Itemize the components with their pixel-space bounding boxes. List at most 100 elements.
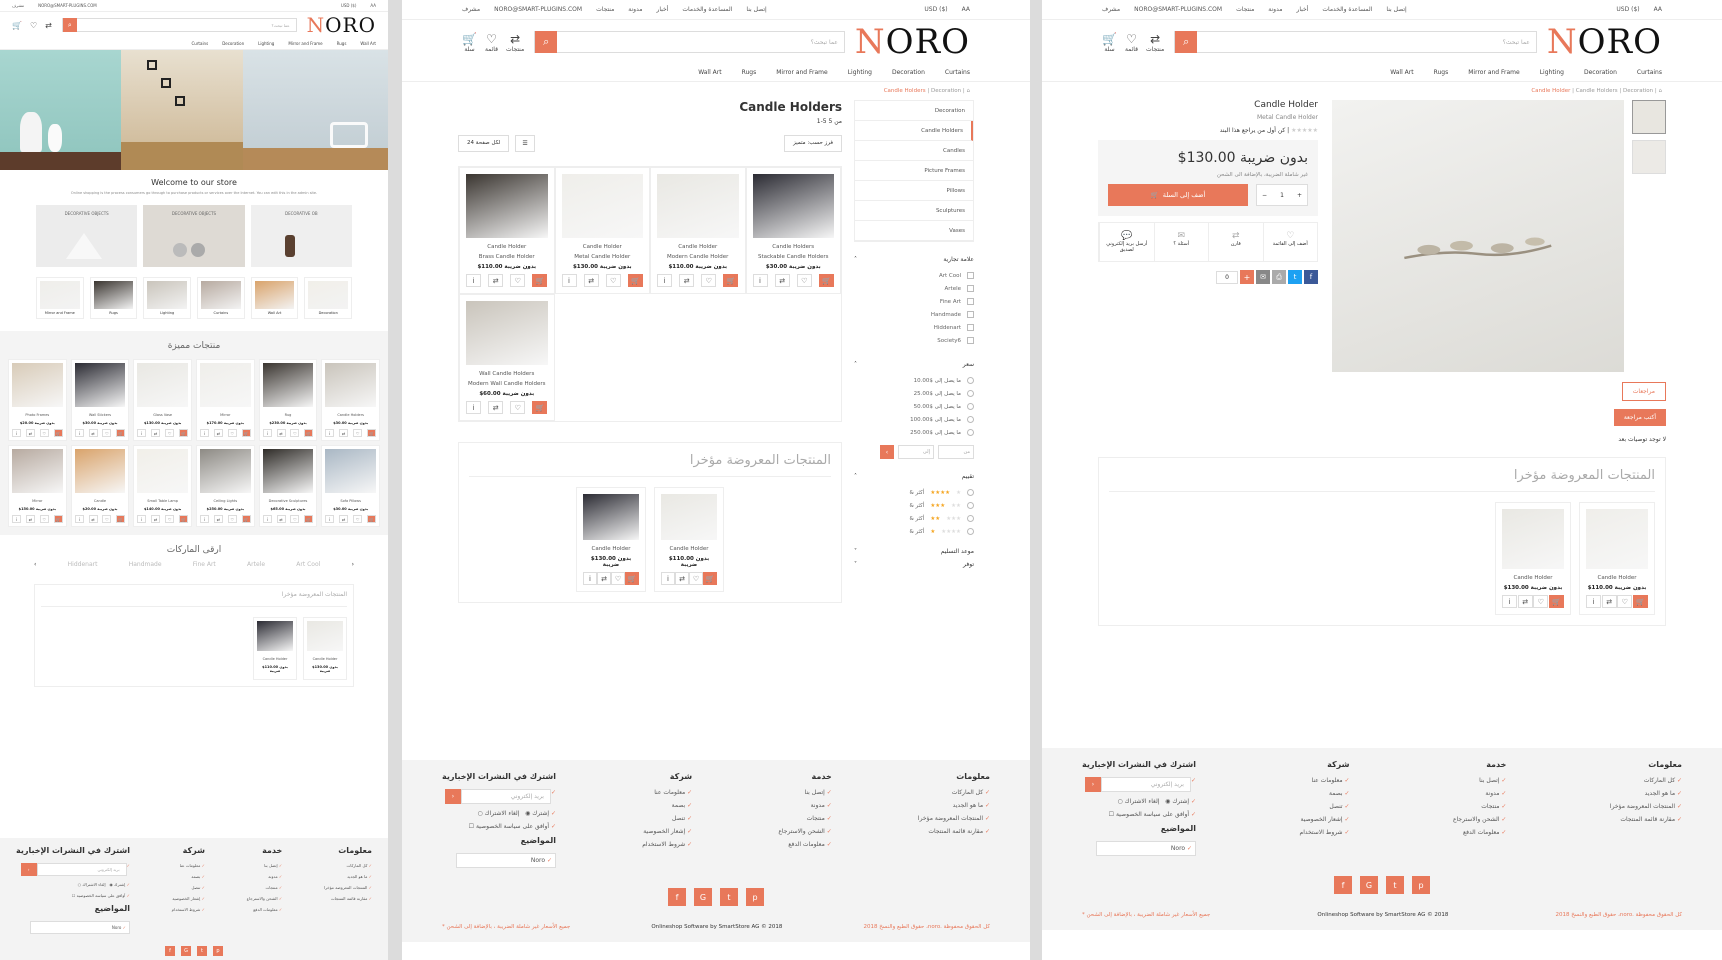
cart-icon[interactable]: 🛒 (1632, 595, 1648, 608)
info-icon[interactable]: i (1502, 595, 1517, 608)
info-icon[interactable]: i (466, 274, 481, 287)
quantity-stepper[interactable]: −1 + (1256, 184, 1308, 206)
footer-link[interactable]: معلومات الدفع (778, 841, 831, 848)
price-radio[interactable]: ما يصل إلى $100.00 (854, 413, 974, 426)
brand-logo[interactable]: Art Cool (296, 561, 320, 568)
info-icon[interactable]: i (561, 274, 577, 287)
product-card[interactable]: Candle Holders $30.00 بدون ضريبة i ⇄ ♡ 🛒 (321, 359, 380, 441)
side-nav-item[interactable]: Vases (855, 221, 973, 241)
product-image[interactable] (1586, 509, 1648, 569)
pinterest-icon[interactable]: p (746, 888, 764, 906)
side-nav-item[interactable]: Sculptures (855, 201, 973, 221)
price-radio[interactable]: ما يصل إلى $250.00 (854, 426, 974, 439)
product-image[interactable] (583, 494, 639, 540)
top-link[interactable]: مدونة (1268, 6, 1282, 13)
newsletter-input[interactable]: بريد إلكتروني (36, 863, 127, 876)
footer-link[interactable]: شروط الاستخدام (1300, 829, 1350, 836)
footer-link[interactable]: معلومات عنا (642, 789, 692, 796)
product-image[interactable] (200, 363, 251, 407)
cart-icon[interactable]: 🛒 (12, 21, 22, 30)
info-icon[interactable]: i (262, 429, 272, 437)
chevron-right-icon[interactable]: › (352, 561, 354, 568)
cart-icon[interactable]: 🛒 (818, 274, 834, 287)
footer-link[interactable]: ما هو الجديد (324, 874, 372, 879)
heart-icon[interactable]: ♡ (510, 401, 526, 414)
product-card[interactable]: Ceiling Lights $250.00 بدون ضريبة i ⇄ ♡ 🛒 (196, 445, 255, 527)
lang-select[interactable]: AA (1654, 6, 1662, 13)
product-image[interactable] (752, 174, 834, 238)
brand-checkbox[interactable]: Handmade (854, 308, 974, 321)
menu-item[interactable]: Wall Art (1390, 69, 1413, 76)
cart-icon[interactable]: 🛒 سلة (462, 32, 477, 53)
product-image[interactable] (262, 449, 314, 493)
brand-checkbox[interactable]: Art Cool (854, 269, 974, 282)
topics-select[interactable]: Noro (29, 921, 130, 934)
heart-icon[interactable]: ♡ (39, 429, 49, 437)
product-image[interactable] (74, 363, 126, 407)
cart-icon[interactable]: 🛒 (241, 429, 251, 437)
product-card[interactable]: Wall Stickers $30.00 بدون ضريبة i ⇄ ♡ 🛒 (70, 359, 130, 441)
menu-item[interactable]: Curtains (945, 69, 970, 76)
info-icon[interactable]: i (137, 515, 147, 523)
price-radio[interactable]: ما يصل إلى $50.00 (854, 400, 974, 413)
footer-link[interactable]: ما هو الجديد (1610, 790, 1682, 797)
footer-link[interactable]: إشعار الخصوصية (642, 828, 692, 835)
footer-link[interactable]: معلومات عنا (1300, 777, 1350, 784)
product-card[interactable]: Rug $230.00 بدون ضريبة i ⇄ ♡ 🛒 (258, 359, 318, 441)
facebook-share-icon[interactable]: f (1304, 270, 1318, 284)
menu-item[interactable]: Lighting (848, 69, 872, 76)
promo-tile[interactable]: DECORATIVE OBJECTS (36, 205, 138, 267)
product-image[interactable] (12, 449, 63, 493)
product-action[interactable]: ✉ أسئلة ؟ (1153, 223, 1209, 261)
search-icon[interactable]: ⌕ (535, 31, 558, 53)
product-image[interactable] (325, 363, 376, 407)
price-from-input[interactable]: من (938, 445, 974, 459)
search-input[interactable]: عما تبحث؟ (1197, 39, 1536, 46)
logo[interactable]: NORO (855, 22, 970, 62)
compare-icon[interactable]: ⇄ (88, 515, 98, 523)
side-nav-item[interactable]: Pillows (855, 181, 973, 201)
footer-link[interactable]: مقارنة قائمة المنتجات (918, 828, 990, 835)
heart-icon[interactable]: ♡ (611, 572, 625, 585)
menu-item[interactable]: Decoration (892, 69, 925, 76)
compare-icon[interactable]: ⇄ (45, 21, 52, 30)
compare-icon[interactable]: ⇄ منتجات (1146, 32, 1164, 53)
side-nav-item[interactable]: Candle Holders (855, 121, 973, 141)
heart-icon[interactable]: ♡ (689, 572, 703, 585)
product-card[interactable]: Candle Holder $130.00 بدون ضريبة i ⇄ ♡ 🛒 (1495, 502, 1571, 615)
cart-icon[interactable]: 🛒 (703, 572, 717, 585)
admin-link[interactable]: مشرف (1102, 6, 1120, 13)
twitter-icon[interactable]: t (197, 946, 207, 956)
footer-link[interactable]: كل الماركات (324, 863, 372, 868)
product-image[interactable] (657, 174, 739, 238)
product-image[interactable] (137, 449, 188, 493)
brand-checkbox[interactable]: Artele (854, 282, 974, 295)
footer-link[interactable]: بصمة (642, 802, 692, 809)
product-image[interactable] (12, 363, 63, 407)
cart-icon[interactable]: 🛒 (304, 515, 314, 523)
category-tile[interactable]: Lighting (143, 277, 192, 319)
availability-filter[interactable]: ˅ توفر (854, 561, 974, 568)
menu-item[interactable]: Curtains (1637, 69, 1662, 76)
footer-link[interactable]: تنصل (642, 815, 692, 822)
brand-logo[interactable]: Handmade (129, 561, 162, 568)
main-product-image[interactable] (1332, 100, 1624, 372)
compare-icon[interactable]: ⇄ (25, 429, 35, 437)
search-input[interactable]: عما تبحث؟ (77, 23, 296, 28)
product-image[interactable] (325, 449, 376, 493)
topics-select[interactable]: Noro (456, 853, 556, 868)
cart-icon[interactable]: 🛒 (367, 429, 376, 437)
cart-icon[interactable]: 🛒 سلة (1102, 32, 1117, 53)
rating-radio[interactable]: & أكثر★★★★★ (854, 525, 974, 538)
product-card[interactable]: Mirror $150.00 بدون ضريبة i ⇄ ♡ 🛒 (8, 445, 67, 527)
twitter-share-icon[interactable]: t (1288, 270, 1302, 284)
heart-icon[interactable]: ♡ (227, 429, 237, 437)
heart-icon[interactable]: ♡ (227, 515, 237, 523)
brand-checkbox[interactable]: Fine Art (854, 295, 974, 308)
heart-icon[interactable]: ♡ (701, 274, 717, 287)
product-card[interactable]: Candle $20.00 بدون ضريبة i ⇄ ♡ 🛒 (70, 445, 130, 527)
google-plus-icon[interactable]: G (1360, 876, 1378, 894)
footer-link[interactable]: مقارنة قائمة المنتجات (1610, 816, 1682, 823)
cart-icon[interactable]: 🛒 (53, 429, 63, 437)
admin-link[interactable]: مشرف (12, 3, 24, 8)
